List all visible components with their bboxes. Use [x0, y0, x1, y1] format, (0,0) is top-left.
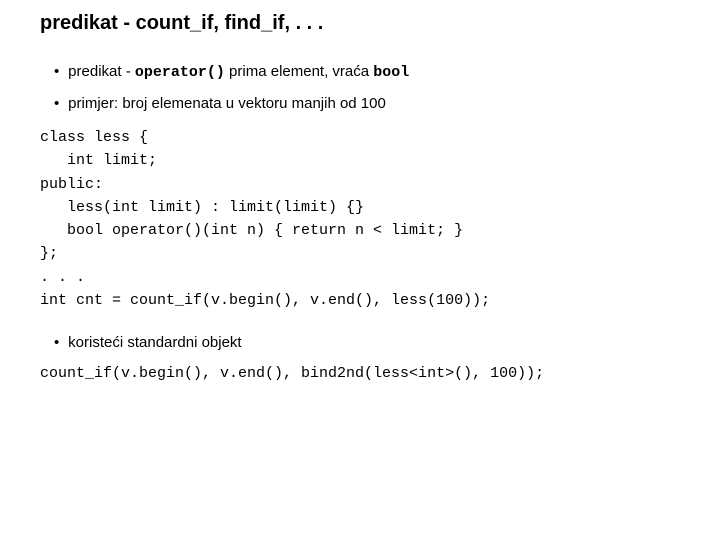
bullet-text-mid: prima element, vraća [225, 63, 373, 80]
bullet-text-pre: predikat - [68, 63, 135, 80]
code-line-bind2nd: count_if(v.begin(), v.end(), bind2nd(les… [40, 365, 692, 382]
bullet-primjer: • primjer: broj elemenata u vektoru manj… [54, 95, 692, 112]
bullet-dot: • [54, 95, 64, 112]
bullet-text: primjer: broj elemenata u vektoru manjih… [68, 95, 386, 112]
bullet-dot: • [54, 63, 64, 80]
page-title: predikat - count_if, find_if, . . . [40, 12, 692, 35]
bullet-standard: • koristeći standardni objekt [54, 334, 692, 351]
bullet-dot: • [54, 334, 64, 351]
bullet-text: koristeći standardni objekt [68, 334, 241, 351]
bullet-text-mono2: bool [373, 64, 409, 81]
bullet-text-mono1: operator() [135, 64, 225, 81]
code-block-class: class less { int limit; public: less(int… [40, 126, 692, 312]
bullet-predikat: • predikat - operator() prima element, v… [54, 63, 692, 81]
